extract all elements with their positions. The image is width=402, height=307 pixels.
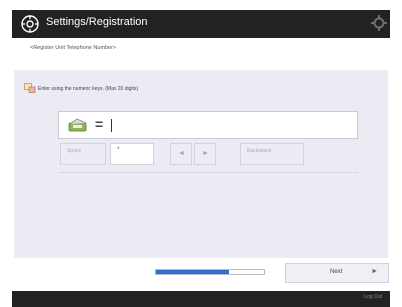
cursor-right-button[interactable]: ► xyxy=(194,143,216,165)
asterisk-key[interactable]: * xyxy=(110,143,154,165)
next-arrow-icon: ► xyxy=(371,268,378,275)
bottom-bar: Log Out xyxy=(12,291,390,307)
text-caret xyxy=(111,119,112,132)
space-key[interactable]: Space xyxy=(60,143,106,165)
backspace-key-label: Backspace xyxy=(247,148,272,154)
cursor-left-button[interactable]: ◄ xyxy=(170,143,192,165)
title-bar: Settings/Registration xyxy=(12,10,390,38)
gear-icon[interactable] xyxy=(370,14,388,32)
logout-button[interactable]: Log Out xyxy=(364,294,382,300)
step-progress-fill xyxy=(156,270,230,274)
backspace-key[interactable]: Backspace xyxy=(240,143,304,165)
input-prefix: = xyxy=(95,116,104,132)
next-button-label: Next xyxy=(330,269,343,275)
telephone-icon xyxy=(68,118,87,132)
page-subtitle: <Register Unit Telephone Number> xyxy=(30,45,117,51)
settings-wrench-icon xyxy=(21,15,39,33)
telephone-number-field[interactable]: = xyxy=(58,111,358,139)
asterisk-key-label: * xyxy=(117,147,120,153)
next-button[interactable]: Next ► xyxy=(285,263,389,283)
divider xyxy=(60,172,358,173)
left-arrow-icon: ◄ xyxy=(178,150,185,157)
page-title: Settings/Registration xyxy=(46,16,148,28)
keypad-hand-icon xyxy=(24,83,36,93)
instruction-text: Enter using the numeric keys. (Max 20 di… xyxy=(38,86,139,92)
right-arrow-icon: ► xyxy=(202,150,209,157)
space-key-label: Space xyxy=(67,148,82,154)
step-progress-bar xyxy=(155,269,265,275)
